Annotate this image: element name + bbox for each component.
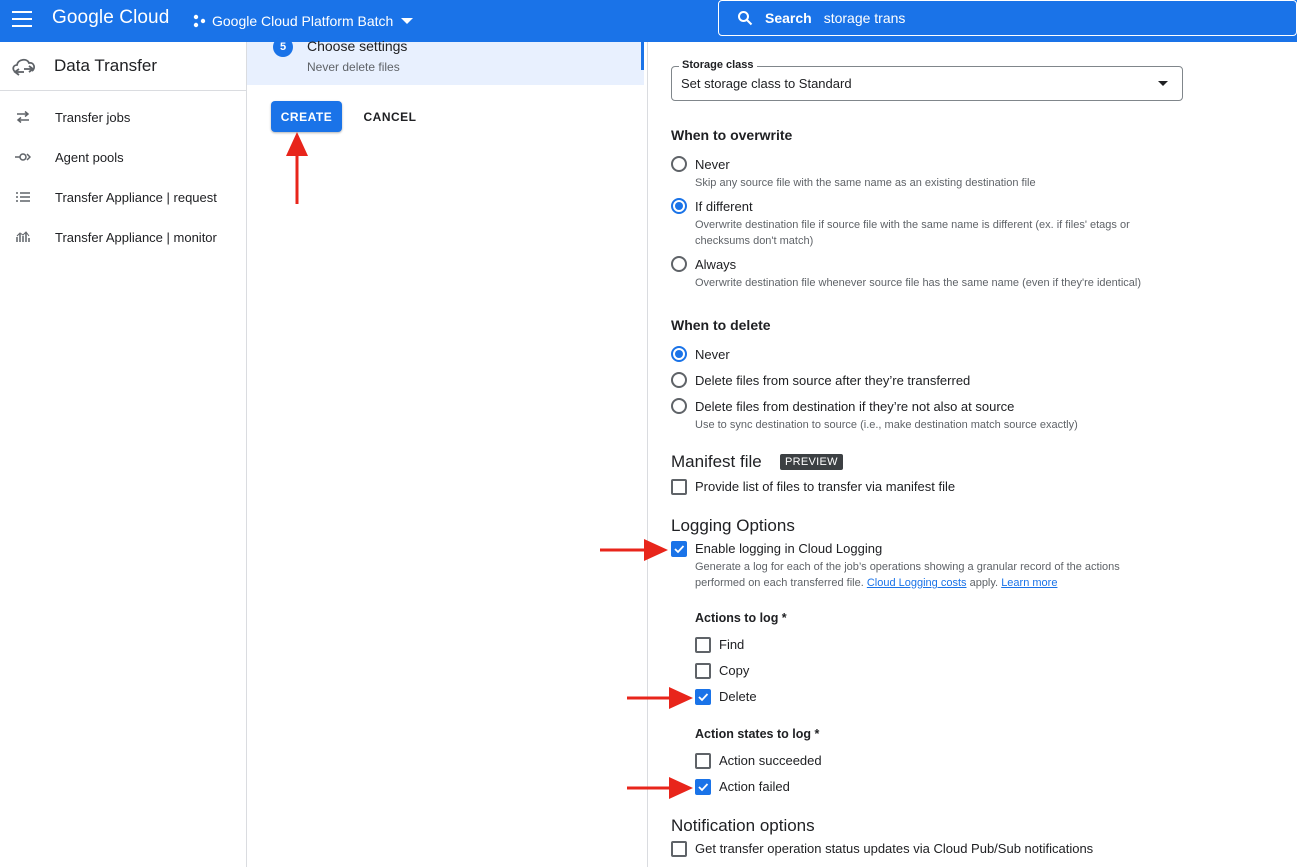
delete-never-label: Never — [695, 347, 730, 362]
data-transfer-cloud-icon — [12, 58, 36, 76]
preview-badge: PREVIEW — [780, 454, 843, 470]
state-failed-checkbox[interactable] — [695, 779, 711, 795]
logging-desc-1: Generate a log for each of the job’s ope… — [695, 561, 1120, 573]
storage-class-select[interactable]: Storage class Set storage class to Stand… — [671, 59, 1183, 101]
checkmark-icon — [698, 783, 709, 792]
annotation-arrow-delete — [627, 687, 693, 709]
state-succeeded-label: Action succeeded — [719, 753, 822, 768]
sidebar: Data Transfer Transfer jobs Agent pools … — [0, 42, 247, 867]
sidebar-item-appliance-request[interactable]: Transfer Appliance | request — [0, 177, 246, 217]
checkmark-icon — [698, 693, 709, 702]
annotation-arrow-up — [286, 132, 308, 204]
delete-never-radio[interactable] — [671, 346, 687, 362]
step-subtitle: Never delete files — [307, 60, 400, 74]
swap-arrows-icon — [15, 111, 31, 123]
overwrite-if-different-desc-2: checksums don't match) — [695, 235, 814, 247]
storage-class-label: Storage class — [679, 59, 757, 71]
sidebar-header: Data Transfer — [0, 42, 246, 91]
overwrite-if-different-desc-1: Overwrite destination file if source fil… — [695, 219, 1130, 231]
state-failed-label: Action failed — [719, 779, 790, 794]
chevron-down-icon — [401, 18, 414, 24]
notification-checkbox-label: Get transfer operation status updates vi… — [695, 841, 1094, 856]
action-delete-label: Delete — [719, 689, 757, 704]
delete-from-destination-desc: Use to sync destination to source (i.e.,… — [695, 419, 1078, 431]
project-selector[interactable]: Google Cloud Platform Batch — [192, 11, 414, 31]
manifest-checkbox-label: Provide list of files to transfer via ma… — [695, 479, 956, 494]
sidebar-item-label: Transfer jobs — [55, 109, 131, 125]
actions-to-log-title: Actions to log * — [695, 611, 787, 625]
enable-logging-checkbox[interactable] — [671, 541, 687, 557]
storage-class-value: Set storage class to Standard — [681, 76, 852, 91]
action-delete-checkbox[interactable] — [695, 689, 711, 705]
agent-icon — [15, 151, 31, 163]
sidebar-item-label: Transfer Appliance | monitor — [55, 229, 217, 245]
dropdown-arrow-icon — [1158, 81, 1168, 86]
chart-icon — [15, 231, 31, 243]
step-title: Choose settings — [307, 38, 408, 54]
manifest-title: Manifest file — [671, 452, 762, 471]
sidebar-item-label: Agent pools — [55, 149, 124, 165]
enable-logging-label: Enable logging in Cloud Logging — [695, 541, 883, 556]
hamburger-menu-icon[interactable] — [12, 11, 32, 29]
create-button[interactable]: CREATE — [271, 101, 342, 132]
settings-form: Storage class Set storage class to Stand… — [648, 42, 1297, 867]
sidebar-item-agent-pools[interactable]: Agent pools — [0, 137, 246, 177]
action-states-title: Action states to log * — [695, 727, 820, 741]
logging-title: Logging Options — [671, 516, 795, 535]
action-copy-label: Copy — [719, 663, 750, 678]
sidebar-title: Data Transfer — [54, 56, 157, 75]
overwrite-never-radio[interactable] — [671, 156, 687, 172]
action-find-label: Find — [719, 637, 745, 652]
google-cloud-logo[interactable]: Google Cloud — [52, 7, 169, 29]
manifest-checkbox[interactable] — [671, 479, 687, 495]
overwrite-always-desc: Overwrite destination file whenever sour… — [695, 277, 1141, 289]
cancel-button[interactable]: CANCEL — [357, 101, 423, 132]
step-choose-settings[interactable]: 5 Choose settings Never delete files — [247, 37, 644, 85]
search-bar[interactable]: Search — [718, 0, 1297, 36]
overwrite-if-different-label: If different — [695, 199, 753, 214]
logging-desc-mid: apply. — [969, 577, 999, 589]
delete-from-destination-radio[interactable] — [671, 398, 687, 414]
top-bar: Google Cloud Google Cloud Platform Batch… — [0, 0, 1297, 42]
overwrite-never-desc: Skip any source file with the same name … — [695, 177, 1036, 189]
learn-more-link[interactable]: Learn more — [1001, 577, 1057, 589]
notification-checkbox[interactable] — [671, 841, 687, 857]
scroll-indicator[interactable] — [641, 42, 644, 70]
project-nodes-icon — [193, 14, 206, 28]
notification-title: Notification options — [671, 816, 815, 835]
state-succeeded-checkbox[interactable] — [695, 753, 711, 769]
cloud-logging-costs-link[interactable]: Cloud Logging costs — [867, 577, 967, 589]
search-icon — [738, 11, 753, 26]
annotation-arrow-logging — [600, 539, 668, 561]
logging-desc-prefix: performed on each transferred file. — [695, 577, 864, 589]
search-input[interactable] — [823, 10, 1124, 26]
overwrite-always-label: Always — [695, 257, 737, 272]
search-label: Search — [765, 10, 812, 26]
checkmark-icon — [674, 545, 685, 554]
stepper-panel: 5 Choose settings Never delete files CRE… — [247, 37, 647, 867]
overwrite-never-label: Never — [695, 157, 730, 172]
sidebar-item-appliance-monitor[interactable]: Transfer Appliance | monitor — [0, 217, 246, 257]
delete-from-source-label: Delete files from source after they’re t… — [695, 373, 971, 388]
step-number: 5 — [273, 37, 293, 57]
delete-from-source-radio[interactable] — [671, 372, 687, 388]
logging-desc-2: performed on each transferred file. Clou… — [695, 575, 1057, 591]
annotation-arrow-failed — [627, 777, 693, 799]
delete-title: When to delete — [671, 317, 771, 333]
overwrite-always-radio[interactable] — [671, 256, 687, 272]
overwrite-title: When to overwrite — [671, 127, 793, 143]
action-copy-checkbox[interactable] — [695, 663, 711, 679]
sidebar-item-transfer-jobs[interactable]: Transfer jobs — [0, 97, 246, 137]
sidebar-item-label: Transfer Appliance | request — [55, 189, 217, 205]
overwrite-if-different-radio[interactable] — [671, 198, 687, 214]
delete-from-destination-label: Delete files from destination if they’re… — [695, 399, 1015, 414]
project-name: Google Cloud Platform Batch — [212, 13, 394, 29]
action-find-checkbox[interactable] — [695, 637, 711, 653]
list-icon — [15, 191, 31, 203]
